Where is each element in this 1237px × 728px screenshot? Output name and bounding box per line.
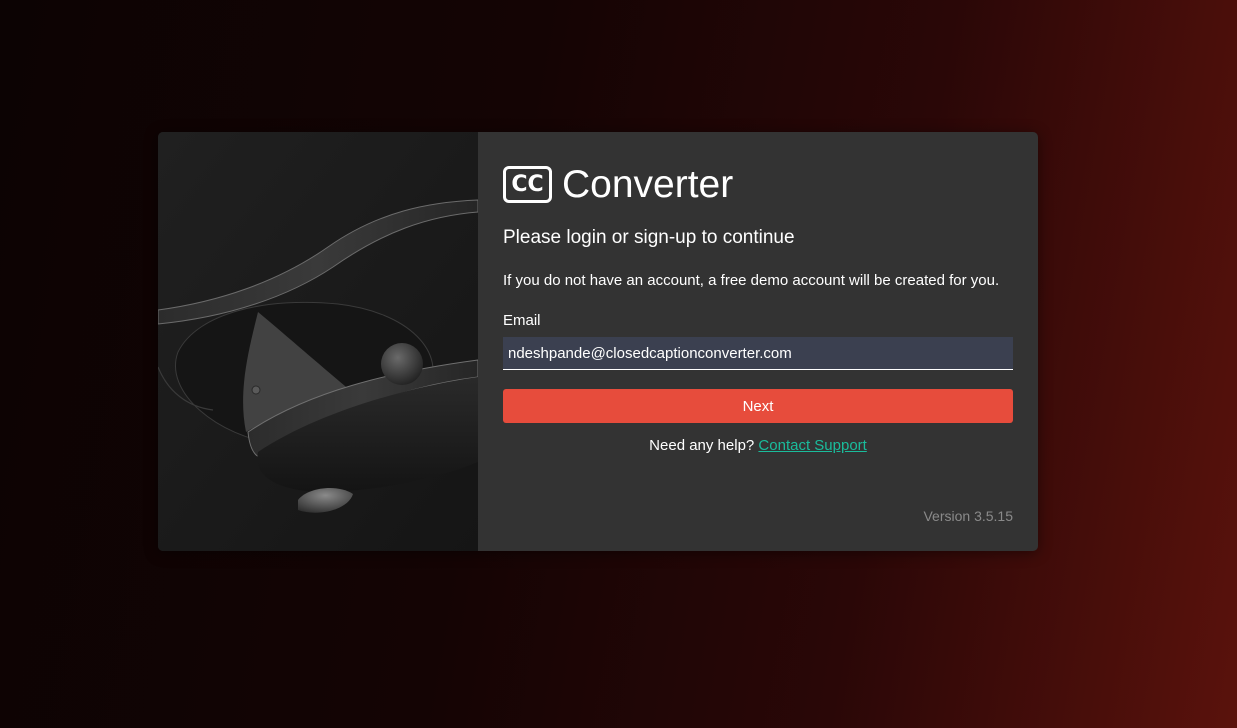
brand-logo: CC Converter [503,165,733,204]
brand-name: Converter [562,163,734,206]
login-heading: Please login or sign-up to continue [503,227,795,248]
next-button[interactable]: Next [503,389,1013,423]
login-card: CC Converter Please login or sign-up to … [158,132,1038,551]
help-text: Need any help? Contact Support [503,437,1013,454]
closed-caption-icon: CC [503,166,552,203]
contact-support-link[interactable]: Contact Support [758,437,866,454]
login-panel: CC Converter Please login or sign-up to … [478,132,1038,551]
login-description: If you do not have an account, a free de… [503,272,1000,289]
email-label: Email [503,312,541,329]
version-label: Version 3.5.15 [923,508,1013,524]
decorative-artwork [158,132,478,551]
email-field[interactable] [503,337,1013,370]
help-prefix: Need any help? [649,437,759,454]
